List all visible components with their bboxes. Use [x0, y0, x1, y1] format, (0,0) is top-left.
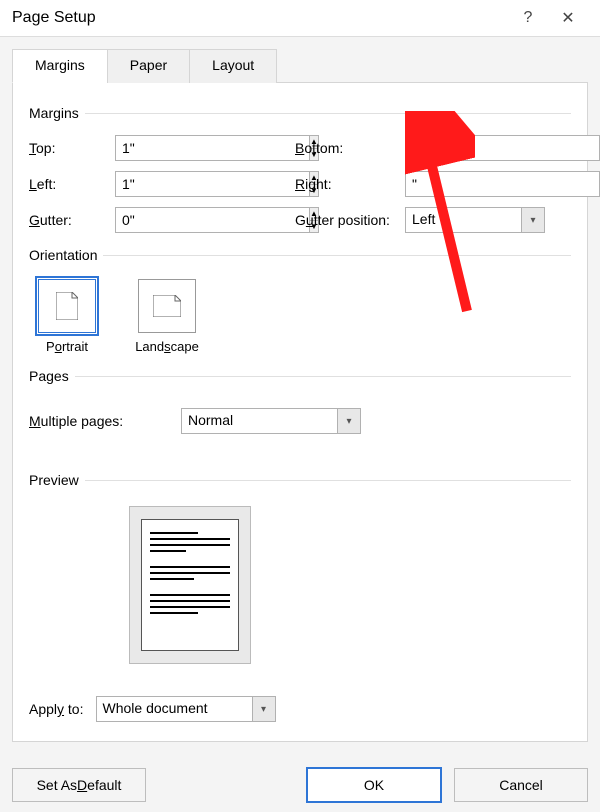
portrait-label: Portrait: [46, 339, 88, 354]
landscape-icon: [138, 279, 196, 333]
titlebar: Page Setup ? ✕: [0, 0, 600, 37]
tab-paper[interactable]: Paper: [107, 49, 190, 83]
orientation-portrait[interactable]: Portrait: [29, 279, 105, 354]
gutter-pos-label: Gutter position:: [295, 212, 405, 228]
multiple-pages-label: Multiple pages:: [29, 413, 169, 429]
tab-panel-margins: Margins Top: ▲▼ Bottom: ▲▼ Left:: [12, 82, 588, 742]
apply-to-value: Whole document: [96, 696, 252, 722]
tab-bar: Margins Paper Layout: [12, 49, 588, 83]
gutter-input[interactable]: [115, 207, 309, 233]
right-input[interactable]: [405, 171, 599, 197]
bottom-spinner[interactable]: ▲▼: [405, 135, 545, 161]
button-bar: Set As Default OK Cancel: [12, 767, 588, 803]
top-input[interactable]: [115, 135, 309, 161]
margins-legend: Margins: [29, 105, 85, 121]
gutter-label: Gutter:: [29, 212, 115, 228]
chevron-down-icon[interactable]: ▾: [252, 696, 276, 722]
top-spinner[interactable]: ▲▼: [115, 135, 255, 161]
preview-box: [129, 506, 251, 664]
left-spinner[interactable]: ▲▼: [115, 171, 255, 197]
apply-to-dropdown[interactable]: Whole document ▾: [96, 696, 276, 722]
pages-group: Pages Multiple pages: Normal ▾: [29, 368, 571, 442]
multiple-pages-value: Normal: [181, 408, 337, 434]
ok-button[interactable]: OK: [306, 767, 442, 803]
tab-margins[interactable]: Margins: [12, 49, 108, 83]
preview-page: [141, 519, 239, 651]
cancel-button[interactable]: Cancel: [454, 768, 588, 802]
apply-to-label: Apply to:: [29, 701, 84, 717]
preview-legend: Preview: [29, 472, 85, 488]
chevron-down-icon[interactable]: ▾: [521, 207, 545, 233]
orientation-landscape[interactable]: Landscape: [129, 279, 205, 354]
orientation-legend: Orientation: [29, 247, 103, 263]
gutter-pos-dropdown[interactable]: Left ▾: [405, 207, 545, 233]
right-spinner[interactable]: ▲▼: [405, 171, 545, 197]
apply-to-row: Apply to: Whole document ▾: [29, 696, 571, 722]
window-title: Page Setup: [12, 9, 508, 27]
multiple-pages-dropdown[interactable]: Normal ▾: [181, 408, 361, 434]
preview-group: Preview: [29, 472, 571, 672]
orientation-group: Orientation Portrait Landscape: [29, 247, 571, 362]
help-button[interactable]: ?: [508, 0, 548, 36]
set-default-button[interactable]: Set As Default: [12, 768, 146, 802]
top-label: Top:: [29, 140, 115, 156]
landscape-label: Landscape: [135, 339, 199, 354]
pages-legend: Pages: [29, 368, 75, 384]
gutter-pos-value: Left: [405, 207, 521, 233]
gutter-spinner[interactable]: ▲▼: [115, 207, 255, 233]
left-label: Left:: [29, 176, 115, 192]
right-label: Right:: [295, 176, 405, 192]
close-button[interactable]: ✕: [548, 0, 588, 36]
margins-group: Margins Top: ▲▼ Bottom: ▲▼ Left:: [29, 105, 571, 241]
bottom-input[interactable]: [405, 135, 599, 161]
chevron-down-icon[interactable]: ▾: [337, 408, 361, 434]
left-input[interactable]: [115, 171, 309, 197]
portrait-icon: [38, 279, 96, 333]
tab-layout[interactable]: Layout: [189, 49, 277, 83]
bottom-label: Bottom:: [295, 140, 405, 156]
